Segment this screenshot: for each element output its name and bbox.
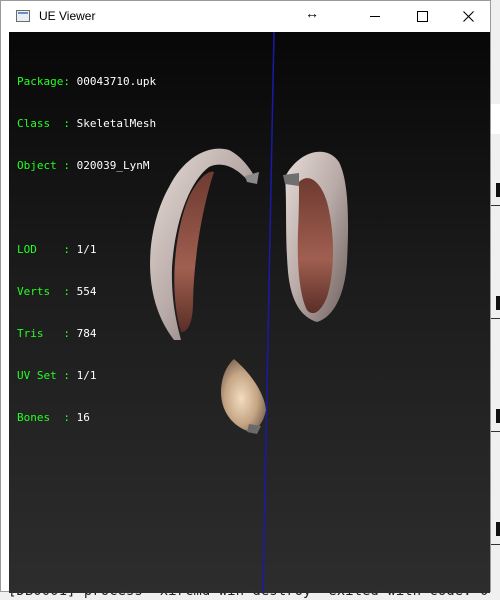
info-value: 00043710.upk [76, 75, 157, 88]
maximize-icon [416, 11, 428, 22]
info-label: Object : [17, 159, 77, 172]
axis-line [262, 32, 275, 593]
window-title: UE Viewer [39, 9, 96, 23]
info-lod-row: LOD : 1/1 [17, 243, 156, 257]
info-label: Verts : [17, 285, 77, 298]
info-value: 020039_LynM [76, 159, 150, 172]
background-tick [496, 522, 500, 536]
close-button[interactable] [445, 1, 491, 32]
minimize-icon [370, 16, 380, 17]
mesh-info-panel: Package: 00043710.upk Class : SkeletalMe… [17, 47, 156, 453]
info-package-row: Package: 00043710.upk [17, 75, 156, 89]
info-label: LOD : [17, 243, 77, 256]
info-class-row: Class : SkeletalMesh [17, 117, 156, 131]
info-label: UV Set : [17, 369, 77, 382]
info-verts-row: Verts : 554 [17, 285, 156, 299]
ue-viewer-window: UE Viewer ↔ Package: 00043710.upk Class … [0, 0, 491, 593]
app-window-icon [16, 10, 30, 22]
info-value: 16 [76, 411, 90, 424]
background-tick [496, 183, 500, 197]
maximize-button[interactable] [399, 1, 445, 32]
info-value: 1/1 [76, 369, 97, 382]
info-value: 554 [76, 285, 97, 298]
nose-mesh [221, 359, 266, 434]
info-label: Package: [17, 75, 77, 88]
info-value: 784 [76, 327, 97, 340]
info-label: Class : [17, 117, 77, 130]
left-ear-mesh [150, 148, 259, 340]
titlebar[interactable]: UE Viewer ↔ [1, 1, 490, 32]
resize-cursor-icon: ↔ [305, 5, 319, 21]
right-ear-mesh [283, 151, 349, 322]
info-value: 1/1 [76, 243, 97, 256]
info-value: SkeletalMesh [76, 117, 157, 130]
background-tick [496, 409, 500, 423]
info-label: Bones : [17, 411, 77, 424]
3d-viewport[interactable]: Package: 00043710.upk Class : SkeletalMe… [9, 32, 490, 593]
info-object-row: Object : 020039_LynM [17, 159, 156, 173]
info-bones-row: Bones : 16 [17, 411, 156, 425]
info-label: Tris : [17, 327, 77, 340]
minimize-button[interactable] [352, 1, 398, 32]
background-tick [496, 296, 500, 310]
info-uvset-row: UV Set : 1/1 [17, 369, 156, 383]
info-tris-row: Tris : 784 [17, 327, 156, 341]
close-icon [462, 11, 474, 22]
